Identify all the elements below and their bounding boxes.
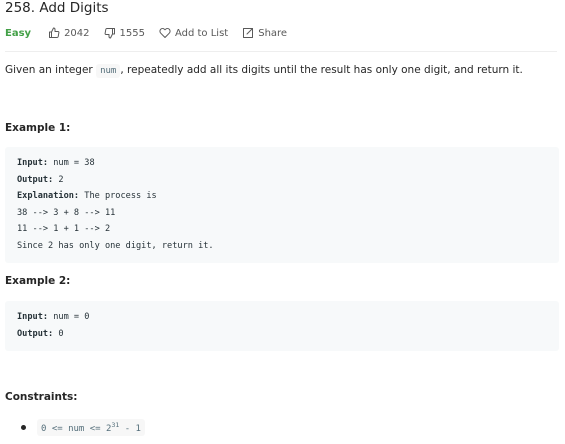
example-1-output-line: Output: 2 [17, 172, 547, 189]
problem-description: Given an integer num, repeatedly add all… [5, 64, 523, 78]
explanation-step-line: 38 --> 3 + 8 --> 11 [17, 207, 116, 218]
thumbs-up-icon [49, 27, 60, 38]
explanation-value: The process is [79, 191, 157, 201]
description-text-end: , repeatedly add all its digits until th… [120, 64, 523, 76]
constraint-item: 0 <= num <= 231 - 1 [21, 419, 145, 436]
explanation-step-line: Since 2 has only one digit, return it. [17, 240, 214, 251]
example-2-input-line: Input: num = 0 [17, 309, 547, 326]
constraints-heading: Constraints: [5, 391, 78, 403]
description-text-start: Given an integer [5, 64, 97, 76]
heart-icon [159, 27, 171, 38]
example-1-input-line: Input: num = 38 [17, 155, 547, 172]
constraint-text: 0 <= num <= 2 [41, 424, 112, 434]
share-label: Share [258, 27, 288, 39]
problem-title: 258. Add Digits [5, 0, 109, 16]
add-to-list-label: Add to List [174, 27, 229, 39]
example-2-code-block: Input: num = 0 Output: 0 [5, 301, 559, 351]
constraint-code: 0 <= num <= 231 - 1 [37, 419, 145, 436]
dislike-count: 1555 [119, 27, 145, 39]
example-1-explanation-line: Explanation: The process is [17, 188, 547, 205]
explanation-step-line: 11 --> 1 + 1 --> 2 [17, 224, 111, 234]
share-icon [243, 28, 254, 38]
output-label: Output: [17, 174, 54, 185]
inline-code-num: num [96, 64, 121, 78]
share-button[interactable]: Share [242, 27, 287, 39]
input-label: Input: [17, 312, 49, 322]
input-value: num = 0 [48, 312, 90, 322]
add-to-list-button[interactable]: Add to List [159, 27, 228, 39]
difficulty-label: Easy [5, 27, 32, 39]
thumbs-down-icon [104, 28, 115, 39]
problem-meta-bar: Easy 2042 1555 Add to List Share [5, 25, 301, 41]
bullet-point [21, 425, 26, 430]
dislike-button[interactable]: 1555 [104, 27, 145, 39]
input-label: Input: [17, 158, 49, 168]
explanation-label: Explanation: [17, 191, 80, 201]
output-label: Output: [17, 328, 54, 339]
example-2-output-line: Output: 0 [17, 326, 547, 343]
header-divider [5, 51, 557, 52]
like-count: 2042 [64, 27, 90, 39]
example-1-code-block: Input: num = 38 Output: 2 Explanation: T… [5, 147, 559, 263]
example-2-heading: Example 2: [5, 275, 71, 287]
output-value: 2 [53, 174, 64, 185]
output-value: 0 [53, 328, 64, 339]
constraint-text-end: - 1 [119, 424, 141, 434]
example-1-heading: Example 1: [5, 122, 71, 134]
input-value: num = 38 [48, 158, 95, 168]
like-button[interactable]: 2042 [48, 27, 90, 39]
